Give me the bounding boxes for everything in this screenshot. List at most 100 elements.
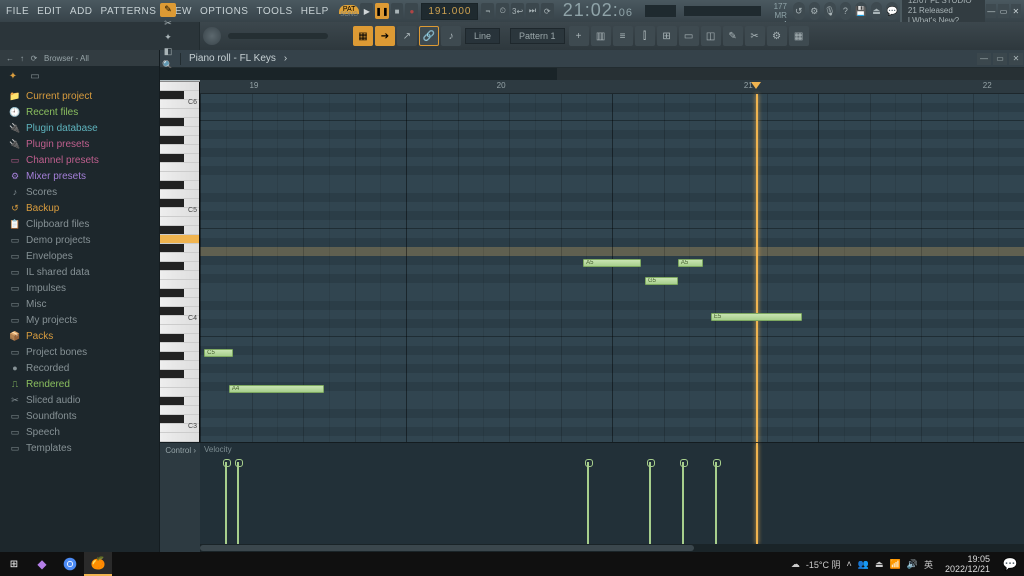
taskbar-app-vs[interactable]: ◆: [28, 552, 56, 576]
browser-item[interactable]: 🕘Recent files: [0, 104, 159, 120]
browser-item[interactable]: 🔌Plugin database: [0, 120, 159, 136]
browser-item[interactable]: ▭Envelopes: [0, 248, 159, 264]
pianoroll-button[interactable]: ➔: [375, 26, 395, 46]
velocity-bar[interactable]: [237, 462, 239, 544]
step-icon[interactable]: ⏭: [526, 3, 539, 19]
piano-key[interactable]: [160, 127, 199, 136]
pr-min-icon[interactable]: —: [977, 53, 991, 65]
piano-key[interactable]: [160, 253, 199, 262]
menu-edit[interactable]: EDIT: [33, 6, 66, 17]
piano-key[interactable]: [160, 244, 199, 253]
browser-item[interactable]: ▭Soundfonts: [0, 408, 159, 424]
browser-item[interactable]: ▭Misc: [0, 296, 159, 312]
velocity-lane[interactable]: Control › Velocity: [160, 442, 1024, 552]
piano-key[interactable]: [160, 145, 199, 154]
piano-key[interactable]: C4: [160, 316, 199, 325]
minimize-button[interactable]: —: [986, 4, 996, 18]
pattern-dropdown[interactable]: Pattern 1: [510, 28, 565, 44]
comment-icon[interactable]: 💬: [886, 2, 898, 20]
piano-key[interactable]: [160, 298, 199, 307]
browser-item[interactable]: ●Recorded: [0, 360, 159, 376]
pr-max-icon[interactable]: ▭: [993, 53, 1007, 65]
browser-refresh-icon[interactable]: ⟳: [28, 54, 40, 63]
browser-item[interactable]: ▭Project bones: [0, 344, 159, 360]
settings-icon[interactable]: ⚙: [809, 2, 821, 20]
taskbar-clock[interactable]: 19:05 2022/12/21: [939, 554, 996, 574]
wait-icon[interactable]: 3↩: [511, 3, 524, 19]
pianoroll-minimap[interactable]: [160, 68, 1024, 80]
midi-note[interactable]: A5: [678, 259, 703, 267]
render-icon[interactable]: ⏏: [871, 2, 883, 20]
notifications-icon[interactable]: 💬: [996, 552, 1024, 576]
midi-note[interactable]: C5: [204, 349, 233, 357]
browser-item[interactable]: ♪Scores: [0, 184, 159, 200]
midi-note[interactable]: A5: [583, 259, 641, 267]
playhead-marker[interactable]: [751, 82, 761, 89]
chain-icon[interactable]: 🔗: [419, 26, 439, 46]
browser-item[interactable]: 📁Current project: [0, 88, 159, 104]
countdown-icon[interactable]: ⏲: [496, 3, 509, 19]
pitch-slider[interactable]: [228, 33, 328, 39]
loop-icon[interactable]: ⟳: [541, 3, 554, 19]
piano-key[interactable]: [160, 172, 199, 181]
browser-item[interactable]: 📋Clipboard files: [0, 216, 159, 232]
piano-key[interactable]: C6: [160, 100, 199, 109]
link-button[interactable]: ↗: [397, 26, 417, 46]
piano-key[interactable]: [160, 118, 199, 127]
piano-key[interactable]: [160, 370, 199, 379]
browser-item[interactable]: ✂Sliced audio: [0, 392, 159, 408]
pr-tool-6[interactable]: ✦: [160, 31, 176, 45]
stop-button[interactable]: ■: [391, 3, 404, 19]
tray-people-icon[interactable]: 👥: [858, 559, 869, 570]
taskbar-app-chrome[interactable]: [56, 552, 84, 576]
piano-key[interactable]: [160, 181, 199, 190]
pianoroll-grid[interactable]: 19202122 A5A5G5E5C5A4: [200, 80, 1024, 442]
song-mode-label[interactable]: SONG: [340, 12, 358, 18]
piano-key[interactable]: [160, 280, 199, 289]
tray-network-icon[interactable]: 📶: [890, 559, 901, 570]
piano-key[interactable]: [160, 226, 199, 235]
piano-key[interactable]: [160, 352, 199, 361]
piano-key[interactable]: [160, 109, 199, 118]
maximize-button[interactable]: ▭: [998, 4, 1008, 18]
tb-c-icon[interactable]: ⫿: [635, 26, 655, 46]
play-button[interactable]: ▶: [360, 3, 373, 19]
record-button[interactable]: ●: [405, 3, 418, 19]
system-tray[interactable]: ☁ -15°C 阴 ˄ 👥 ⏏ 📶 🔊 英: [785, 558, 939, 571]
piano-key[interactable]: [160, 154, 199, 163]
tb-h-icon[interactable]: ✂: [745, 26, 765, 46]
pause-button[interactable]: ❚❚: [375, 3, 388, 19]
browser-item[interactable]: ▭Demo projects: [0, 232, 159, 248]
browser-item[interactable]: ▭IL shared data: [0, 264, 159, 280]
pr-tool-5[interactable]: ✂: [160, 17, 176, 31]
piano-keyboard[interactable]: C6C5C4C3: [160, 82, 200, 442]
tb-f-icon[interactable]: ◫: [701, 26, 721, 46]
browser-item[interactable]: 🔌Plugin presets: [0, 136, 159, 152]
browser-item[interactable]: ▭Templates: [0, 440, 159, 456]
pr-close-icon[interactable]: ✕: [1009, 53, 1023, 65]
browser-up-icon[interactable]: ↑: [16, 54, 28, 63]
menu-tools[interactable]: TOOLS: [252, 6, 296, 17]
tempo-display[interactable]: 191.000: [421, 3, 478, 20]
pianoroll-title-chevron[interactable]: ›: [280, 53, 291, 64]
snap-dropdown[interactable]: Line: [465, 28, 500, 44]
piano-key[interactable]: [160, 397, 199, 406]
menu-add[interactable]: ADD: [66, 6, 97, 17]
midi-note[interactable]: G5: [645, 277, 678, 285]
velocity-bar[interactable]: [225, 462, 227, 544]
tb-a-icon[interactable]: ▥: [591, 26, 611, 46]
midi-note[interactable]: E5: [711, 313, 802, 321]
velocity-bar[interactable]: [587, 462, 589, 544]
browser-item[interactable]: ▭My projects: [0, 312, 159, 328]
pianoroll-ruler[interactable]: 19202122: [200, 80, 1024, 94]
tb-d-icon[interactable]: ⊞: [657, 26, 677, 46]
velocity-bar[interactable]: [649, 462, 651, 544]
piano-key[interactable]: [160, 361, 199, 370]
ime-indicator[interactable]: 英: [924, 558, 933, 571]
tray-sound-icon[interactable]: 🔊: [907, 559, 918, 570]
piano-key[interactable]: [160, 163, 199, 172]
pr-tool-4[interactable]: ✎: [160, 3, 176, 17]
piano-key[interactable]: [160, 289, 199, 298]
tb-e-icon[interactable]: ▭: [679, 26, 699, 46]
save-icon[interactable]: 💾: [855, 2, 867, 20]
